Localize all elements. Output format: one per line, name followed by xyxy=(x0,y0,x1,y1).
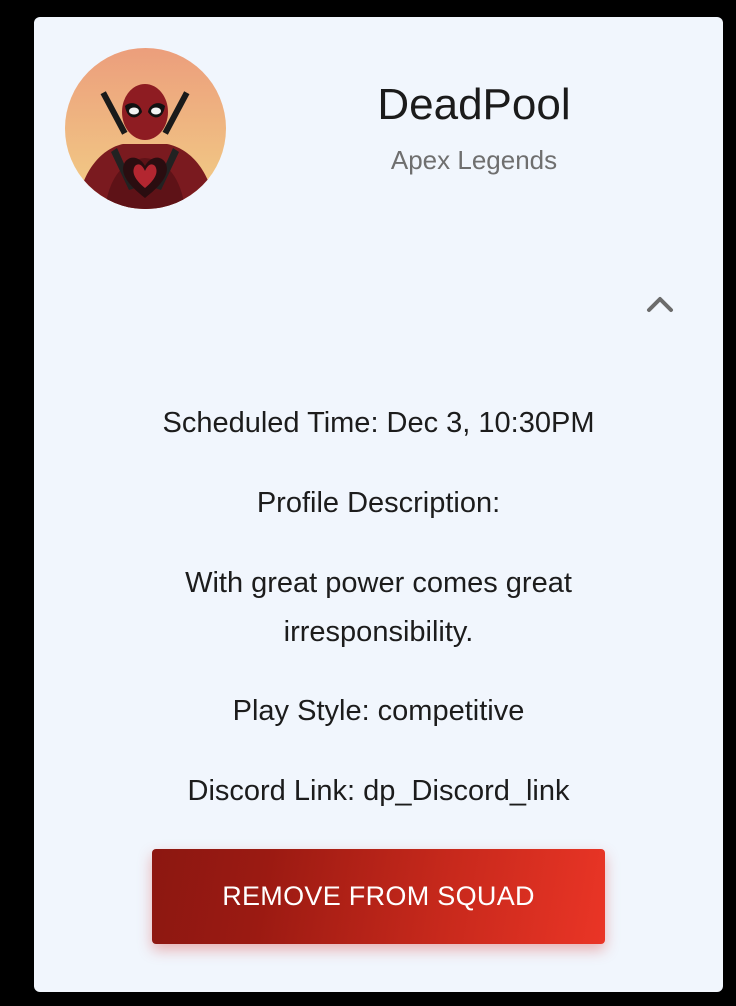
remove-from-squad-button[interactable]: REMOVE FROM SQUAD xyxy=(152,849,605,944)
avatar xyxy=(65,48,226,209)
collapse-button[interactable] xyxy=(641,289,679,321)
profile-description-label: Profile Description: xyxy=(256,487,501,519)
profile-description-line-1: With great power comes great xyxy=(185,567,572,599)
scheduled-time: Scheduled Time: Dec 3, 10:30PM xyxy=(162,407,595,439)
discord-link: Discord Link: dp_Discord_link xyxy=(187,775,570,807)
player-name: DeadPool xyxy=(377,80,571,129)
game-title: Apex Legends xyxy=(390,145,558,175)
deadpool-avatar-icon xyxy=(65,48,226,209)
play-style: Play Style: competitive xyxy=(232,695,525,727)
squad-member-card: DeadPool Apex Legends Scheduled Time: De… xyxy=(34,17,723,992)
chevron-up-icon xyxy=(647,297,673,312)
profile-description-line-2: irresponsibility. xyxy=(283,616,474,648)
